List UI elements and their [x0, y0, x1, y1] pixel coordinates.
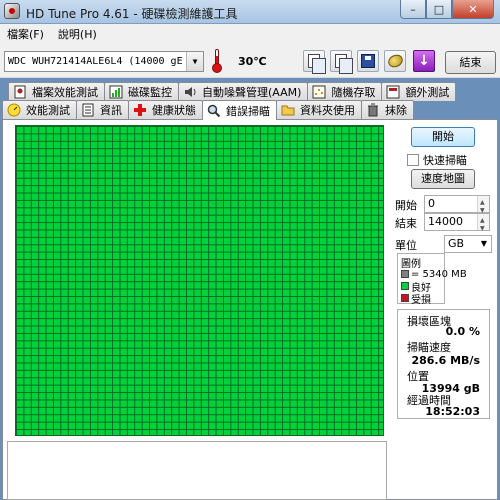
tab-label: 資料夾使用 [300, 104, 355, 117]
tab-benchmark[interactable]: 效能測試 [2, 100, 77, 119]
save-icon [361, 54, 375, 68]
file-benchmark-icon [13, 85, 27, 99]
magnifier-icon [207, 104, 221, 118]
good-swatch-icon [401, 282, 409, 290]
scan-block-map [15, 125, 384, 436]
exit-arrow-button[interactable]: ↓ [413, 50, 435, 72]
tab-info[interactable]: 資訊 [76, 100, 129, 119]
scan-log-area[interactable] [7, 441, 387, 500]
minimize-button[interactable]: – [400, 0, 426, 19]
maximize-button[interactable]: □ [426, 0, 452, 19]
tab-label: 額外測試 [405, 86, 450, 99]
elapsed-time-value: 18:52:03 [425, 405, 480, 418]
tab-error-scan[interactable]: 錯誤掃瞄 [202, 100, 277, 120]
damaged-swatch-icon [401, 294, 409, 302]
window-title: HD Tune Pro 4.61 - 硬碟檢測維護工具 [26, 7, 238, 21]
options-button[interactable] [384, 50, 406, 72]
scan-speed-label: 掃瞄速度 [407, 341, 451, 354]
start-position-input[interactable]: 0 [424, 195, 490, 219]
tab-label: 錯誤掃瞄 [226, 104, 270, 118]
menu-bar: 檔案(F) 說明(H) [0, 24, 500, 44]
damaged-blocks-value: 0.0 % [445, 325, 480, 338]
info-icon [81, 103, 95, 117]
tab-extra-tests[interactable]: 額外測試 [381, 82, 457, 101]
copy-screenshot-icon [335, 54, 353, 74]
speed-map-button[interactable]: 速度地圖 [411, 169, 475, 189]
tab-aam[interactable]: 自動噪聲管理(AAM) [178, 82, 309, 101]
spin-arrows-icon[interactable] [477, 195, 489, 219]
hdtune-app-icon [4, 3, 20, 19]
tab-health[interactable]: 健康狀態 [128, 100, 203, 119]
exit-button[interactable]: 結束 [445, 51, 496, 74]
end-label: 結束 [395, 217, 417, 230]
legend-box: 圖例 = 5340 MB 良好 受損 [397, 253, 467, 306]
trash-icon [366, 103, 380, 117]
copy-text-button[interactable] [303, 50, 326, 74]
tab-folder-usage[interactable]: 資料夾使用 [276, 100, 362, 119]
tab-label: 磁碟監控 [128, 86, 172, 99]
options-coins-icon [385, 52, 405, 70]
speaker-icon [183, 85, 197, 99]
tab-label: 效能測試 [26, 104, 70, 117]
start-position-value: 0 [428, 197, 435, 210]
legend-damaged: 受損 [401, 292, 441, 306]
close-button[interactable]: ✕ [452, 0, 494, 19]
random-access-icon [312, 85, 326, 99]
temperature-readout: 30℃ [238, 55, 267, 68]
start-scan-button[interactable]: 開始 [411, 127, 475, 147]
spin-arrows-icon[interactable] [477, 213, 489, 237]
exit-arrow-icon: ↓ [418, 53, 430, 69]
tab-row-top: 檔案效能測試 磁碟監控 自動噪聲管理(AAM) 隨機存取 額外測試 [0, 82, 500, 101]
scan-speed-value: 286.6 MB/s [411, 354, 480, 367]
unit-label: 單位 [395, 239, 417, 252]
tab-label: 資訊 [100, 104, 122, 117]
legend-damaged-label: 受損 [411, 294, 431, 306]
benchmark-icon [7, 103, 21, 117]
window-controls: – □ ✕ [400, 0, 494, 19]
block-swatch-icon [401, 270, 409, 278]
damaged-blocks-label: 損壞區塊 [407, 315, 451, 328]
copy-text-icon [308, 54, 326, 74]
scan-stats-box: 損壞區塊 0.0 % 掃瞄速度 286.6 MB/s 位置 13994 gB 經… [397, 309, 490, 419]
tab-label: 自動噪聲管理(AAM) [202, 86, 302, 99]
extra-tests-icon [386, 85, 400, 99]
drive-select-value: WDC WUH721414ALE6L4 (14000 gE [8, 56, 183, 67]
tab-label: 檔案效能測試 [32, 86, 98, 99]
drive-select[interactable]: WDC WUH721414ALE6L4 (14000 gE ▼ [4, 51, 204, 72]
tab-label: 健康狀態 [152, 104, 196, 117]
save-button[interactable] [357, 50, 379, 72]
tab-label: 隨機存取 [331, 86, 376, 99]
chevron-down-icon[interactable]: ▼ [186, 52, 203, 71]
tab-random-access[interactable]: 隨機存取 [307, 82, 383, 101]
tab-erase[interactable]: 抹除 [361, 100, 414, 119]
tab-row-bottom: 效能測試 資訊 健康狀態 錯誤掃瞄 資料夾使用 抹除 [0, 100, 500, 120]
thermometer-icon [211, 49, 223, 73]
tab-label: 抹除 [385, 104, 407, 117]
unit-select[interactable]: GB ▼ [444, 235, 492, 253]
end-position-input[interactable]: 14000 [424, 213, 490, 237]
tab-file-benchmark[interactable]: 檔案效能測試 [8, 82, 105, 101]
chevron-down-icon[interactable]: ▼ [478, 236, 490, 252]
tab-disk-monitor[interactable]: 磁碟監控 [104, 82, 179, 101]
title-bar[interactable]: HD Tune Pro 4.61 - 硬碟檢測維護工具 – □ ✕ [0, 0, 500, 24]
health-cross-icon [133, 103, 147, 117]
end-position-value: 14000 [428, 215, 463, 228]
start-label: 開始 [395, 199, 417, 212]
quick-scan-checkbox[interactable] [407, 154, 419, 166]
menu-help[interactable]: 說明(H) [51, 26, 104, 42]
quick-scan-label: 快速掃瞄 [423, 154, 467, 167]
unit-select-value: GB [448, 237, 465, 250]
menu-file[interactable]: 檔案(F) [0, 26, 51, 42]
copy-screenshot-button[interactable] [330, 50, 353, 74]
disk-monitor-icon [109, 85, 123, 99]
folder-icon [281, 103, 295, 117]
quick-scan-option[interactable]: 快速掃瞄 [407, 152, 467, 168]
toolbar: WDC WUH721414ALE6L4 (14000 gE ▼ 30℃ ↓ 結束 [0, 44, 500, 78]
legend-title: 圖例 [401, 258, 421, 270]
